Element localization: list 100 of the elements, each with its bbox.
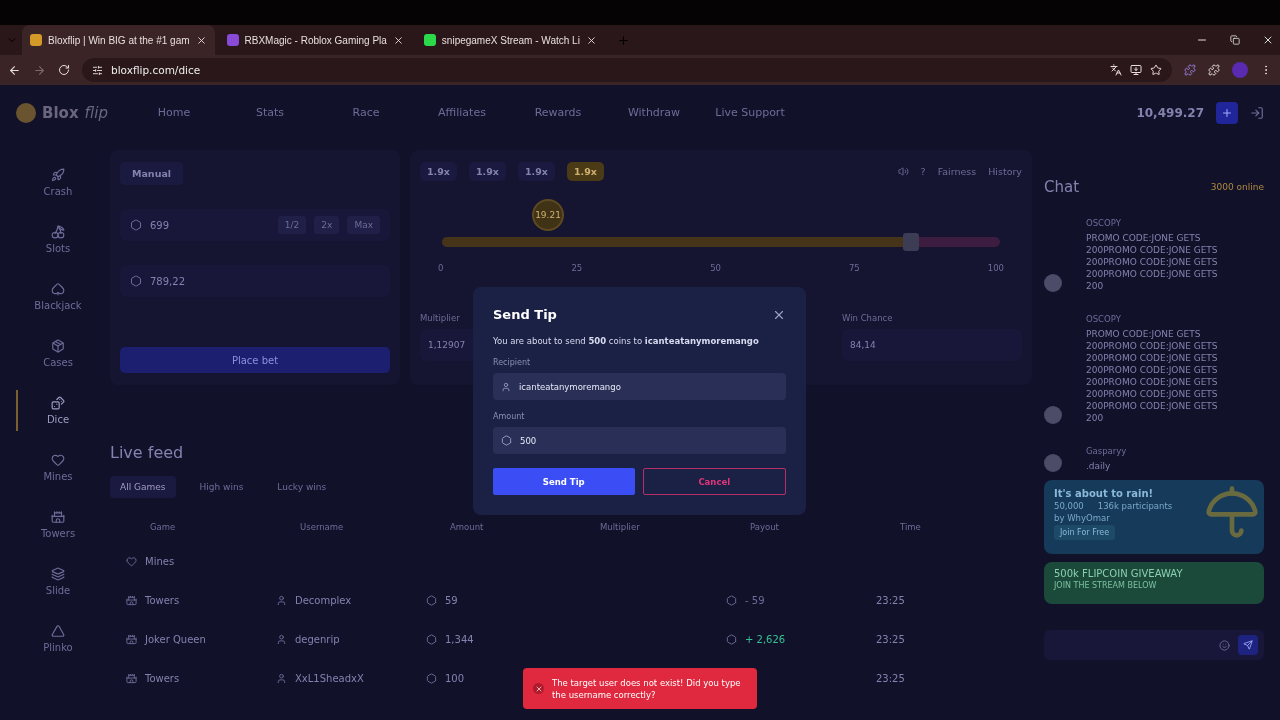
send-button[interactable] <box>1238 635 1258 655</box>
spade-icon <box>51 282 65 296</box>
payout: - 59 <box>745 595 765 606</box>
chat-username: Gasparyy <box>1086 446 1127 456</box>
feed-tab[interactable]: All Games <box>110 476 176 498</box>
chat-input[interactable] <box>1044 630 1264 660</box>
castle-icon <box>126 595 137 606</box>
amount-field[interactable]: 500 <box>493 427 786 454</box>
sidebar-item[interactable]: Slide <box>16 561 98 602</box>
nav-link[interactable]: Stats <box>232 106 308 119</box>
recipient-input[interactable]: icanteatanymoremango <box>519 381 778 392</box>
extension-icon[interactable] <box>1184 64 1196 76</box>
volume-icon[interactable] <box>897 166 909 177</box>
quick-bet-chip[interactable]: Max <box>347 216 380 234</box>
tool-link[interactable]: History <box>988 166 1022 177</box>
rain-title: It's about to rain! <box>1054 488 1155 499</box>
error-icon <box>533 683 544 694</box>
sidebar-item[interactable]: Crash <box>16 162 98 203</box>
deposit-button[interactable] <box>1216 101 1238 124</box>
nav-link[interactable]: Home <box>136 106 212 119</box>
bet-amount: 100 <box>445 673 465 684</box>
mode-tab[interactable]: Manual <box>120 162 184 185</box>
win-chance-field[interactable]: 84,14 <box>842 329 1022 361</box>
multiplier-label: Multiplier <box>420 313 460 323</box>
nav-link[interactable]: Affiliates <box>424 106 500 119</box>
rain-amount: 50,000 <box>1054 501 1084 511</box>
sidebar-item[interactable]: Plinko <box>16 618 98 659</box>
sidebar-item[interactable]: Slots <box>16 219 98 260</box>
username: XxL1SheadxX <box>295 673 364 684</box>
bet-amount-field[interactable]: 699 1/2 2x Max <box>120 209 390 241</box>
sidebar-item[interactable]: Mines <box>16 447 98 488</box>
user-avatar <box>1044 406 1062 424</box>
amount-input[interactable]: 500 <box>520 435 778 446</box>
user-icon <box>276 595 287 606</box>
bet-time: 23:25 <box>876 673 905 684</box>
bet-time: 23:25 <box>876 634 905 645</box>
box-icon <box>51 339 65 353</box>
user-icon <box>276 634 287 645</box>
close-icon[interactable] <box>585 34 597 46</box>
close-icon[interactable] <box>392 34 404 46</box>
close-icon[interactable] <box>195 34 207 46</box>
close-icon[interactable] <box>1262 34 1274 46</box>
coin-icon <box>426 634 437 645</box>
feed-tab[interactable]: Lucky wins <box>267 476 337 498</box>
triangle-icon <box>51 624 65 638</box>
address-bar[interactable]: bloxflip.com/dice <box>82 58 1172 82</box>
game-name: Mines <box>145 556 175 567</box>
quick-bet-chip[interactable]: 1/2 <box>277 216 307 234</box>
cancel-button[interactable]: Cancel <box>642 468 786 495</box>
browser-tab[interactable]: snipegameX Stream - Watch Li <box>415 25 605 55</box>
game-name: Towers <box>145 673 180 684</box>
plus-icon <box>1221 106 1233 119</box>
cherry-icon <box>51 225 65 239</box>
restore-icon[interactable] <box>1230 35 1240 45</box>
sidebar-item[interactable]: Dice <box>16 390 98 431</box>
tool-link[interactable]: Fairness <box>937 166 977 177</box>
chat-username: OSCOPY <box>1086 218 1122 228</box>
smile-icon[interactable] <box>1219 639 1230 651</box>
chat-message: .daily <box>1086 460 1112 472</box>
coin-icon <box>726 595 737 606</box>
game-name: Towers <box>145 595 180 606</box>
send-icon <box>1243 640 1253 650</box>
quick-bet-chip[interactable]: 2x <box>314 216 340 234</box>
place-bet-button[interactable]: Place bet <box>120 347 390 373</box>
balance-text: 10,499.27 <box>1136 105 1204 120</box>
nav-link[interactable]: Race <box>328 106 404 119</box>
chat-message: PROMO CODE:JONE GETS 200PROMO CODE:JONE GETS 200PROMO CODE:JONE GETS 200PROMO CODE:JONE GETS 200 <box>1086 232 1218 292</box>
recipient-field[interactable]: icanteatanymoremango <box>493 373 786 400</box>
column-header: Payout <box>749 521 780 534</box>
browser-tab[interactable]: Bloxflip | Win BIG at the #1 gam <box>22 25 215 55</box>
coin-icon <box>130 219 142 231</box>
sidebar-item[interactable]: Towers <box>16 504 98 545</box>
tool-link[interactable]: ? <box>920 166 926 177</box>
browser-tab[interactable]: RBXMagic - Roblox Gaming Pla <box>218 25 412 55</box>
send-tip-button[interactable]: Send Tip <box>493 468 635 495</box>
login-icon[interactable] <box>1250 105 1264 120</box>
reload-icon[interactable] <box>58 64 70 76</box>
logo[interactable]: Blox flip <box>16 102 116 123</box>
puzzle-icon[interactable] <box>1208 64 1220 76</box>
tick-label: 50 <box>710 263 721 273</box>
nav-link[interactable]: Withdraw <box>616 106 692 119</box>
history-chip: 1.9x <box>468 162 506 181</box>
user-icon <box>501 381 511 392</box>
promo-title: 500k FLIPCOIN GIVEAWAY <box>1054 568 1184 579</box>
sidebar-item[interactable]: Blackjack <box>16 276 98 317</box>
feed-tab[interactable]: High wins <box>189 476 254 498</box>
nav-link[interactable]: Rewards <box>520 106 596 119</box>
forward-icon[interactable] <box>33 63 46 77</box>
back-icon[interactable] <box>8 63 21 77</box>
nav-link[interactable]: Live Support <box>712 106 788 119</box>
k-favicon <box>423 34 436 46</box>
column-header: Username <box>299 521 345 534</box>
feed-title: Live feed <box>110 443 185 462</box>
sidebar-item[interactable]: Cases <box>16 333 98 374</box>
tick-label: 25 <box>571 263 583 273</box>
slider-thumb[interactable] <box>902 233 919 251</box>
coin-favicon <box>30 34 42 46</box>
join-button[interactable]: Join For Free <box>1054 525 1116 540</box>
layers-icon <box>51 567 65 581</box>
user-icon <box>276 673 287 684</box>
